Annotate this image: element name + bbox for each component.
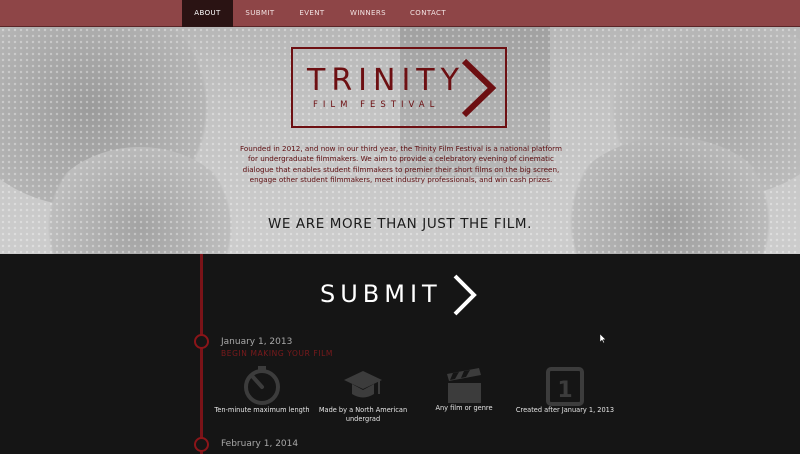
mouse-cursor-icon — [600, 334, 606, 343]
timeline-date: January 1, 2013 — [221, 337, 293, 347]
chevron-right-icon — [461, 58, 497, 118]
nav-item-winners[interactable]: WINNERS — [341, 0, 395, 27]
calendar-one-icon: 1 — [546, 367, 584, 406]
timeline-marker — [194, 437, 209, 452]
feature-label: Created after January 1, 2013 — [515, 406, 615, 414]
nav-item-about[interactable]: ABOUT — [182, 0, 233, 27]
logo-title: TRINITY — [307, 63, 465, 98]
calendar-number: 1 — [557, 378, 572, 403]
chevron-right-icon — [453, 274, 477, 316]
nav-item-submit[interactable]: SUBMIT — [237, 0, 283, 27]
tagline: WE ARE MORE THAN JUST THE FILM. — [267, 216, 533, 232]
timeline-line — [200, 254, 203, 454]
festival-logo: TRINITY FILM FESTIVAL — [291, 47, 507, 128]
clapperboard-icon — [447, 368, 481, 403]
feature-length: Ten-minute maximum length — [207, 366, 317, 414]
feature-date: 1 Created after January 1, 2013 — [510, 366, 620, 414]
submit-heading: SUBMIT — [320, 280, 442, 308]
nav-item-event[interactable]: EVENT — [290, 0, 334, 27]
top-navigation: ABOUT SUBMIT EVENT WINNERS CONTACT — [0, 0, 800, 27]
hero-section: TRINITY FILM FESTIVAL Founded in 2012, a… — [0, 27, 800, 254]
feature-genre: Any film or genre — [409, 366, 519, 412]
stopwatch-icon — [244, 366, 280, 405]
timeline-date: February 1, 2014 — [221, 439, 299, 449]
feature-label: Made by a North American undergrad — [318, 406, 408, 423]
about-description: Founded in 2012, and now in our third ye… — [239, 144, 562, 185]
timeline-subtitle: BEGIN MAKING YOUR FILM — [221, 349, 333, 358]
feature-label: Any film or genre — [435, 404, 493, 412]
feature-label: Ten-minute maximum length — [214, 406, 310, 414]
graduation-cap-icon — [344, 371, 382, 398]
timeline-marker — [194, 334, 209, 349]
logo-subtitle: FILM FESTIVAL — [313, 100, 440, 110]
nav-item-contact[interactable]: CONTACT — [403, 0, 453, 27]
feature-eligibility: Made by a North American undergrad — [308, 368, 418, 423]
